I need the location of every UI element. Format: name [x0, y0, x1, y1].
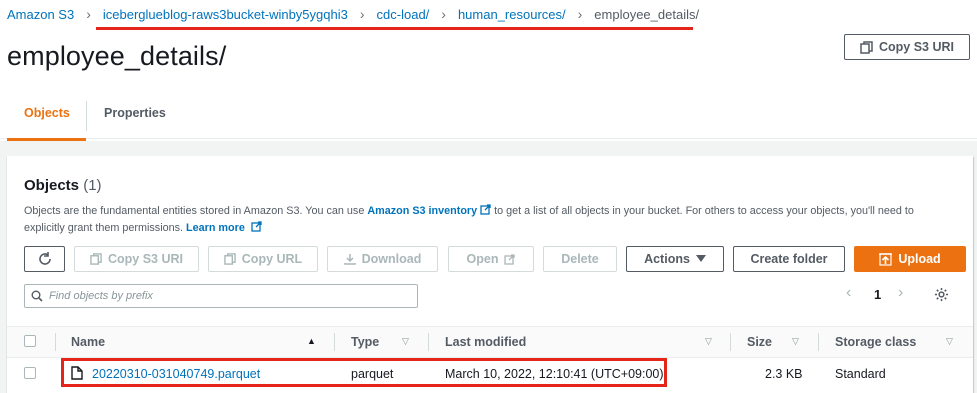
inventory-link[interactable]: Amazon S3 inventory	[367, 205, 477, 217]
previous-page-icon[interactable]: ‹	[846, 284, 851, 302]
learn-more-link[interactable]: Learn more	[186, 222, 245, 234]
sort-ascending-icon[interactable]: ▲	[307, 336, 316, 346]
copy-icon	[860, 40, 873, 54]
next-page-icon[interactable]: ›	[898, 284, 903, 302]
column-divider	[428, 333, 429, 351]
objects-count: (1)	[83, 177, 102, 194]
breadcrumb-cdc-load[interactable]: cdc-load/	[377, 7, 430, 22]
sort-caret-icon[interactable]: ▽	[402, 336, 409, 347]
refresh-icon	[38, 252, 52, 266]
objects-heading-text: Objects	[24, 177, 80, 194]
column-name-header[interactable]: Name	[71, 335, 105, 349]
upload-button[interactable]: Upload	[854, 246, 966, 272]
open-label: Open	[466, 252, 499, 266]
copy-url-button[interactable]: Copy URL	[208, 246, 318, 272]
actions-dropdown[interactable]: Actions	[626, 246, 724, 272]
page-number[interactable]: 1	[874, 287, 881, 302]
sort-caret-icon[interactable]: ▽	[705, 336, 712, 347]
breadcrumb-amazon-s3[interactable]: Amazon S3	[7, 7, 74, 22]
breadcrumb-highlight-underline	[96, 27, 693, 30]
column-divider	[730, 333, 731, 351]
row-checkbox[interactable]	[24, 367, 36, 379]
settings-gear-icon[interactable]	[934, 287, 949, 302]
open-button[interactable]: Open	[448, 246, 534, 272]
row-highlight-box	[61, 358, 667, 387]
copy-s3-uri-button[interactable]: Copy S3 URI	[74, 246, 199, 272]
objects-heading: Objects (1)	[24, 177, 102, 194]
column-storage-class-header[interactable]: Storage class	[835, 335, 916, 349]
column-divider	[334, 333, 335, 351]
column-size-header[interactable]: Size	[747, 335, 772, 349]
caret-down-icon	[695, 255, 706, 263]
search-icon	[31, 290, 43, 302]
actions-label: Actions	[644, 252, 690, 266]
chevron-right-icon: ›	[86, 6, 91, 22]
upload-label: Upload	[898, 252, 941, 266]
copy-icon	[224, 253, 236, 265]
column-last-modified-header[interactable]: Last modified	[445, 335, 526, 349]
object-size: 2.3 KB	[765, 367, 803, 381]
download-button[interactable]: Download	[327, 246, 438, 272]
download-icon	[343, 253, 356, 265]
delete-label: Delete	[561, 252, 599, 266]
external-link-icon	[480, 204, 491, 215]
tab-objects[interactable]: Objects	[24, 106, 70, 120]
search-input[interactable]: Find objects by prefix	[24, 284, 418, 308]
external-link-icon	[251, 221, 262, 232]
chevron-right-icon: ›	[359, 6, 365, 22]
create-folder-label: Create folder	[750, 252, 828, 266]
tab-properties[interactable]: Properties	[104, 106, 166, 120]
page-title: employee_details/	[7, 41, 227, 71]
tab-divider	[86, 101, 87, 131]
breadcrumb: Amazon S3 › iceberglueblog-raws3bucket-w…	[7, 6, 699, 22]
copy-url-label: Copy URL	[241, 252, 303, 266]
external-link-icon	[504, 253, 516, 265]
copy-s3-uri-label: Copy S3 URI	[107, 252, 183, 266]
chevron-right-icon: ›	[441, 6, 446, 22]
column-type-header[interactable]: Type	[351, 335, 379, 349]
delete-button[interactable]: Delete	[543, 246, 617, 272]
sort-caret-icon[interactable]: ▽	[792, 336, 799, 347]
breadcrumb-bucket[interactable]: iceberglueblog-raws3bucket-winby5ygqhi3	[103, 7, 348, 22]
create-folder-button[interactable]: Create folder	[733, 246, 845, 272]
objects-description: Objects are the fundamental entities sto…	[24, 203, 924, 237]
object-storage-class: Standard	[835, 367, 886, 381]
breadcrumb-current: employee_details/	[594, 6, 700, 22]
search-placeholder: Find objects by prefix	[49, 290, 153, 302]
column-divider	[818, 333, 819, 351]
chevron-right-icon: ›	[577, 6, 583, 22]
upload-icon	[879, 252, 893, 266]
column-divider	[55, 333, 56, 351]
copy-icon	[90, 253, 102, 265]
sort-caret-icon[interactable]: ▽	[946, 336, 953, 347]
download-label: Download	[361, 252, 422, 266]
refresh-button[interactable]	[24, 246, 65, 272]
select-all-checkbox[interactable]	[24, 335, 36, 347]
copy-s3-uri-label: Copy S3 URI	[878, 40, 954, 54]
breadcrumb-human-resources[interactable]: human_resources/	[458, 7, 566, 22]
tab-bar: Objects Properties	[0, 94, 977, 139]
desc-text-1: Objects are the fundamental entities sto…	[24, 205, 368, 217]
copy-s3-uri-header-button[interactable]: Copy S3 URI	[844, 34, 970, 60]
